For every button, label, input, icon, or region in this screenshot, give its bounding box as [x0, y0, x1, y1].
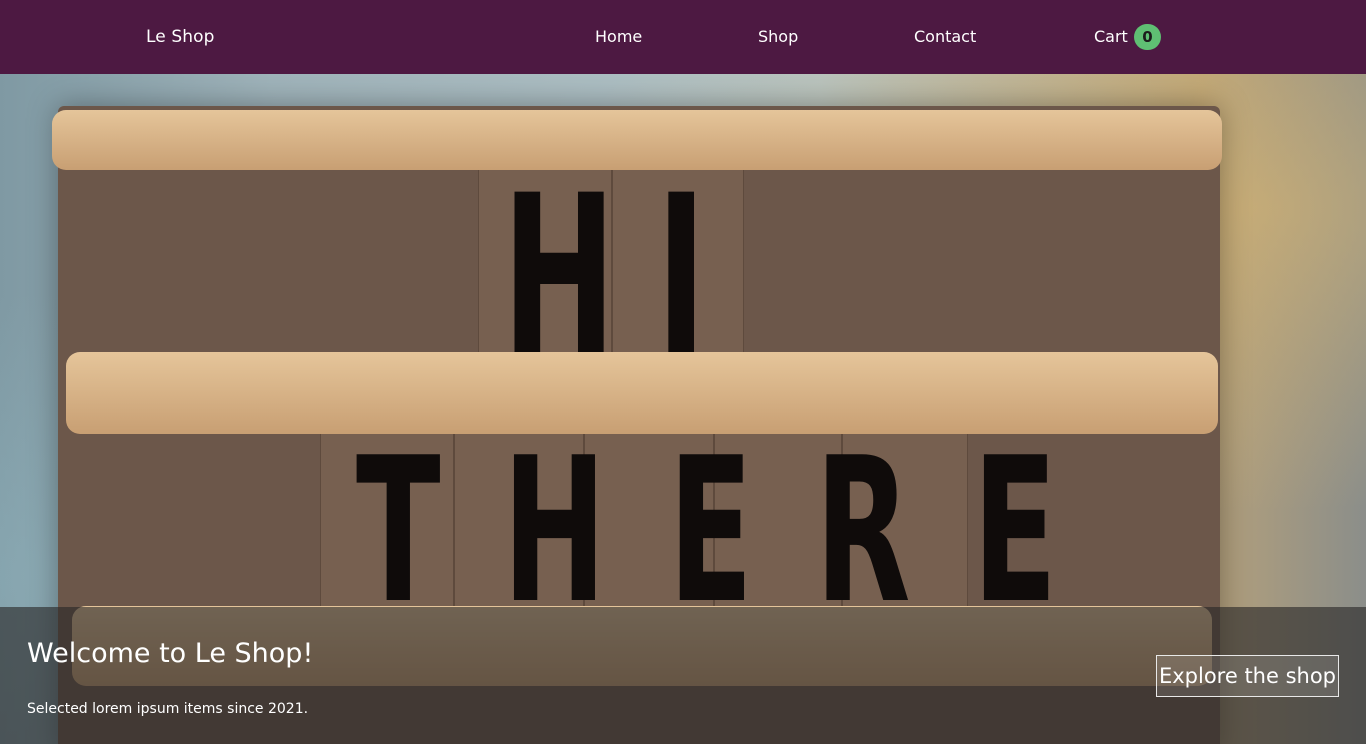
banner-subtitle: Selected lorem ipsum items since 2021. — [27, 701, 309, 717]
cart-count-badge[interactable]: 0 — [1134, 24, 1161, 50]
top-navbar: Le Shop Home Shop Contact Cart 0 — [0, 0, 1366, 74]
nav-link-shop[interactable]: Shop — [758, 26, 798, 48]
sign-text-line-2: THERE — [356, 415, 1120, 648]
banner-title: Welcome to Le Shop! — [27, 638, 314, 669]
explore-shop-button[interactable]: Explore the shop — [1156, 655, 1339, 697]
nav-link-home[interactable]: Home — [595, 26, 642, 48]
welcome-banner: Welcome to Le Shop! Selected lorem ipsum… — [0, 607, 1366, 744]
brand-logo[interactable]: Le Shop — [146, 26, 215, 48]
nav-link-cart[interactable]: Cart — [1094, 26, 1128, 48]
nav-link-contact[interactable]: Contact — [914, 26, 976, 48]
